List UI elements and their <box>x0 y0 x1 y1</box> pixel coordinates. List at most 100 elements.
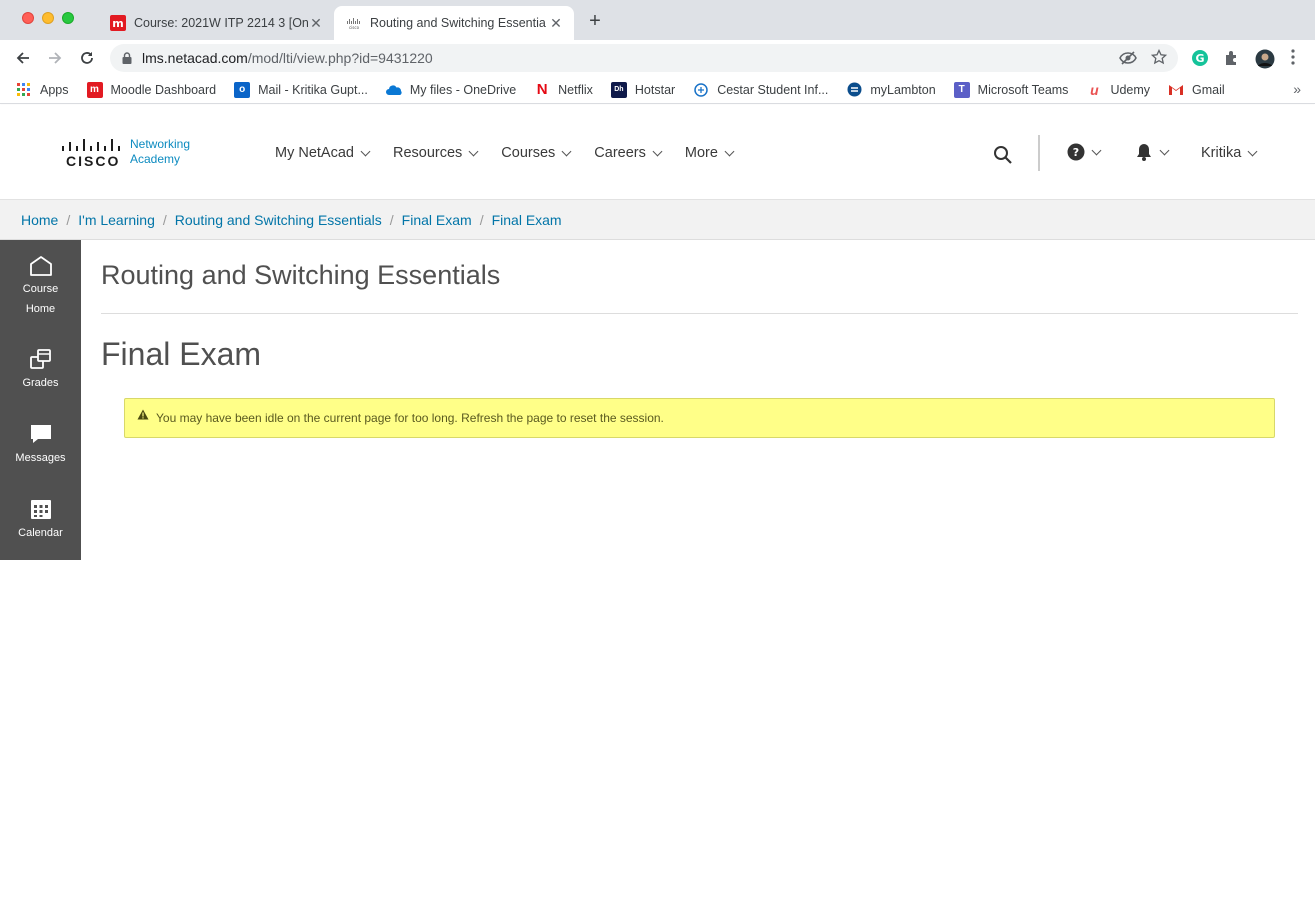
nav-resources[interactable]: Resources <box>393 145 479 161</box>
browser-tab-moodle[interactable]: m Course: 2021W ITP 2214 3 [On ✕ <box>98 6 334 40</box>
notifications-button[interactable] <box>1135 142 1170 162</box>
tab-title: Routing and Switching Essentia <box>370 16 546 30</box>
home-icon <box>29 256 52 276</box>
header-divider <box>1038 135 1040 171</box>
eye-off-icon[interactable] <box>1119 50 1137 69</box>
reload-icon[interactable] <box>75 46 99 70</box>
bookmark-label: Gmail <box>1192 82 1225 97</box>
tab-title: Course: 2021W ITP 2214 3 [On <box>134 16 308 30</box>
bookmark-label: Cestar Student Inf... <box>717 82 829 97</box>
bookmark-apps[interactable]: Apps <box>16 82 69 98</box>
close-tab-icon[interactable]: ✕ <box>548 15 564 32</box>
chevron-down-icon <box>652 146 663 156</box>
bookmark-label: Netflix <box>558 82 593 97</box>
bookmark-cestar[interactable]: Cestar Student Inf... <box>693 82 828 98</box>
gmail-icon <box>1168 82 1184 98</box>
teams-icon: T <box>953 81 970 98</box>
cisco-icon: cisco <box>346 15 362 31</box>
bookmark-mylambton[interactable]: myLambton <box>846 82 936 98</box>
bookmark-label: Moodle Dashboard <box>110 82 217 97</box>
drawer-item-messages[interactable]: Messages <box>0 422 81 468</box>
title-divider <box>101 313 1298 314</box>
svg-text:cisco: cisco <box>349 25 360 30</box>
grades-icon <box>29 349 51 369</box>
help-menu-button[interactable]: ? <box>1067 143 1102 161</box>
onedrive-icon <box>385 82 402 98</box>
breadcrumb-final-exam[interactable]: Final Exam <box>492 212 562 228</box>
nav-more[interactable]: More <box>685 145 735 161</box>
cisco-networking-academy-logo[interactable]: CISCO Networking Academy <box>62 137 202 171</box>
site-header: CISCO Networking Academy My NetAcad Reso… <box>0 105 1315 200</box>
drawer-item-calendar[interactable]: Calendar <box>0 497 81 543</box>
nav-courses[interactable]: Courses <box>501 145 572 161</box>
bookmark-mail[interactable]: o Mail - Kritika Gupt... <box>234 81 368 98</box>
breadcrumb-separator: / <box>66 211 71 228</box>
breadcrumb-home[interactable]: Home <box>21 212 58 228</box>
breadcrumb-final-exam-section[interactable]: Final Exam <box>402 212 472 228</box>
bookmark-label: Hotstar <box>634 82 676 97</box>
nav-careers[interactable]: Careers <box>594 145 663 161</box>
browser-menu-icon[interactable] <box>1290 48 1308 66</box>
bookmark-label: My files - OneDrive <box>409 82 517 97</box>
calendar-icon <box>30 500 51 519</box>
back-arrow-icon[interactable] <box>11 46 35 70</box>
chevron-down-icon <box>1091 145 1102 155</box>
alert-message: You may have been idle on the current pa… <box>156 411 664 425</box>
bell-icon <box>1137 144 1151 161</box>
nav-my-netacad[interactable]: My NetAcad <box>275 145 371 161</box>
svg-text:m: m <box>112 17 123 30</box>
address-bar[interactable]: lms.netacad.com/mod/lti/view.php?id=9431… <box>110 44 1178 72</box>
grammarly-icon[interactable]: G <box>1191 49 1209 67</box>
drawer-item-grades[interactable]: Grades <box>0 347 81 393</box>
extensions-puzzle-icon[interactable] <box>1223 49 1241 67</box>
svg-text:?: ? <box>1073 146 1079 159</box>
star-icon[interactable] <box>1150 48 1168 68</box>
udemy-icon: u <box>1090 81 1099 98</box>
bookmark-label: Udemy <box>1110 82 1151 97</box>
bookmark-netflix[interactable]: N Netflix <box>534 81 593 98</box>
apps-grid-icon <box>16 82 32 98</box>
browser-tab-bar: m Course: 2021W ITP 2214 3 [On ✕ cisco R… <box>0 0 1315 40</box>
chevron-down-icon <box>360 146 371 156</box>
chevron-down-icon <box>724 146 735 156</box>
forward-arrow-icon[interactable] <box>43 46 67 70</box>
main-navigation: My NetAcad Resources Courses Careers Mor… <box>275 145 757 161</box>
breadcrumb-course[interactable]: Routing and Switching Essentials <box>175 212 382 228</box>
close-window-button[interactable] <box>22 12 34 24</box>
bookmark-moodle-dashboard[interactable]: m Moodle Dashboard <box>86 81 217 98</box>
lambton-icon <box>846 82 862 98</box>
networking-academy-text: Networking Academy <box>130 137 191 166</box>
close-tab-icon[interactable]: ✕ <box>308 15 324 32</box>
cestar-icon <box>693 82 709 98</box>
breadcrumb-separator: / <box>389 211 394 228</box>
maximize-window-button[interactable] <box>62 12 74 24</box>
breadcrumb: Home / I'm Learning / Routing and Switch… <box>0 200 1315 240</box>
cisco-bars-icon <box>62 139 120 151</box>
profile-avatar-icon[interactable] <box>1255 49 1275 69</box>
breadcrumb-separator: / <box>162 211 167 228</box>
bookmark-udemy[interactable]: u Udemy <box>1086 82 1150 98</box>
browser-toolbar: lms.netacad.com/mod/lti/view.php?id=9431… <box>0 40 1315 76</box>
course-title: Routing and Switching Essentials <box>101 260 501 290</box>
bookmark-label: Microsoft Teams <box>977 82 1069 97</box>
search-icon[interactable] <box>993 145 1013 165</box>
bookmark-onedrive[interactable]: My files - OneDrive <box>385 82 517 98</box>
browser-tab-netacad[interactable]: cisco Routing and Switching Essentia ✕ <box>334 6 574 40</box>
bookmark-hotstar[interactable]: Dh Hotstar <box>610 81 676 98</box>
moodle-icon: m <box>86 81 103 98</box>
bookmark-gmail[interactable]: Gmail <box>1168 82 1225 98</box>
bookmark-label: Mail - Kritika Gupt... <box>258 82 368 97</box>
netflix-icon: N <box>536 81 548 98</box>
new-tab-button[interactable]: + <box>584 10 606 33</box>
drawer-item-course-home[interactable]: Course Home <box>0 255 81 319</box>
chevron-down-icon <box>561 146 572 156</box>
bookmarks-overflow-button[interactable]: » <box>1293 81 1301 97</box>
outlook-icon: o <box>234 81 251 98</box>
bookmark-teams[interactable]: T Microsoft Teams <box>953 81 1069 98</box>
user-menu-button[interactable]: Kritika <box>1201 145 1258 161</box>
help-icon: ? <box>1067 143 1085 161</box>
moodle-icon: m <box>110 15 126 31</box>
breadcrumb-im-learning[interactable]: I'm Learning <box>78 212 155 228</box>
minimize-window-button[interactable] <box>42 12 54 24</box>
warning-icon <box>137 409 149 423</box>
